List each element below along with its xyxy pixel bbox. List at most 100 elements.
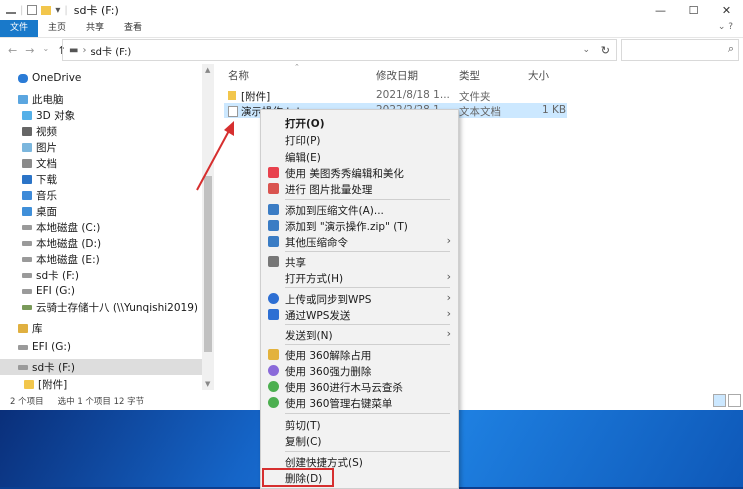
minimize-button[interactable]: — <box>644 0 677 20</box>
nav-item-network-drive[interactable]: 云骑士存储十八 (\\Yunqishi2019) (Z <box>22 299 202 315</box>
forward-arrow-icon[interactable]: → <box>25 44 34 57</box>
menu-separator <box>285 451 450 452</box>
new-folder-icon[interactable] <box>41 5 52 15</box>
ribbon-expand-icon[interactable]: ⌄ ? <box>718 22 733 32</box>
column-header-date[interactable]: 修改日期 <box>376 68 418 83</box>
nav-item-drive-d[interactable]: 本地磁盘 (D:) <box>22 235 101 251</box>
nav-item-efi-g[interactable]: EFI (G:) <box>18 339 71 355</box>
file-type: 文本文档 <box>459 106 501 118</box>
folder-icon <box>228 91 236 100</box>
menu-item-create-shortcut[interactable]: 创建快捷方式(S) <box>261 453 458 470</box>
drive-icon <box>18 344 28 350</box>
nav-item-desktop[interactable]: 桌面 <box>22 203 57 219</box>
nav-item-onedrive[interactable]: OneDrive <box>18 70 81 86</box>
menu-item-360-unlock[interactable]: 使用 360解除占用 <box>261 346 458 363</box>
cube-icon <box>22 110 32 120</box>
drive-icon <box>22 240 32 246</box>
nav-item-downloads[interactable]: 下载 <box>22 171 57 187</box>
drive-icon: ▬ <box>69 44 79 56</box>
search-icon[interactable]: ⌕ <box>728 42 734 56</box>
breadcrumb-chevron-icon[interactable]: › <box>82 45 86 56</box>
divider: | <box>64 4 68 16</box>
nav-item-drive-f[interactable]: sd卡 (F:) <box>22 267 79 283</box>
nav-item-music[interactable]: 音乐 <box>22 187 57 203</box>
menu-item-add-to-archive[interactable]: 添加到压缩文件(A)... <box>261 201 458 218</box>
360-scan-icon <box>268 381 279 392</box>
customize-toolbar-icon[interactable]: ▾ <box>55 5 60 16</box>
tab-view[interactable]: 查看 <box>114 20 152 37</box>
table-row[interactable]: [附件] 2021/8/18 1... 文件夹 <box>224 88 567 103</box>
address-bar[interactable]: ▬ › sd卡 (F:) ⌄ ↻ <box>62 39 617 61</box>
download-icon <box>22 174 32 184</box>
large-icons-view-icon[interactable] <box>728 394 741 407</box>
nav-item-3d-objects[interactable]: 3D 对象 <box>22 107 75 123</box>
nav-item-documents[interactable]: 文档 <box>22 155 57 171</box>
scroll-down-icon[interactable]: ▼ <box>205 380 210 388</box>
menu-item-copy[interactable]: 复制(C) <box>261 432 458 449</box>
menu-item-delete[interactable]: 删除(D) <box>262 468 334 487</box>
nav-item-drive-e[interactable]: 本地磁盘 (E:) <box>22 251 100 267</box>
pc-icon <box>18 94 28 104</box>
properties-checkbox-icon[interactable] <box>27 5 38 15</box>
recent-locations-icon[interactable]: ⌄ <box>42 44 49 57</box>
menu-item-edit[interactable]: 编辑(E) <box>261 148 458 165</box>
desktop-icon <box>22 206 32 216</box>
menu-separator <box>285 344 450 345</box>
menu-item-meitu[interactable]: 使用 美图秀秀编辑和美化 <box>261 164 458 181</box>
search-input[interactable]: ⌕ <box>621 39 739 61</box>
menu-item-360-scan[interactable]: 使用 360进行木马云查杀 <box>261 378 458 395</box>
menu-item-add-to-zip[interactable]: 添加到 "演示操作.zip" (T) <box>261 217 458 234</box>
back-arrow-icon[interactable]: ← <box>8 44 17 57</box>
tab-file[interactable]: 文件 <box>0 20 39 37</box>
column-header-name[interactable]: 名称 <box>228 68 249 83</box>
menu-item-cut[interactable]: 剪切(T) <box>261 416 458 433</box>
batch-image-icon <box>268 183 279 194</box>
navigation-buttons: ← → ⌄ ↑ <box>0 44 66 57</box>
360-shred-icon <box>268 365 279 376</box>
refresh-icon[interactable]: ↻ <box>601 44 610 57</box>
nav-item-videos[interactable]: 视频 <box>22 123 57 139</box>
cloud-icon <box>18 73 28 83</box>
360-menu-icon <box>268 397 279 408</box>
drive-icon <box>22 272 32 278</box>
menu-item-360-menu[interactable]: 使用 360管理右键菜单 <box>261 394 458 411</box>
column-header-type[interactable]: 类型 <box>459 68 480 83</box>
nav-item-this-pc[interactable]: 此电脑 <box>18 91 64 107</box>
nav-item-attachments-folder[interactable]: [附件] <box>24 376 67 390</box>
tab-share[interactable]: 共享 <box>76 20 114 37</box>
music-icon <box>22 190 32 200</box>
menu-item-print[interactable]: 打印(P) <box>261 131 458 148</box>
details-view-icon[interactable] <box>713 394 726 407</box>
nav-item-pictures[interactable]: 图片 <box>22 139 57 155</box>
menu-item-batch-image[interactable]: 进行 图片批量处理 <box>261 180 458 197</box>
menu-item-share[interactable]: 共享 <box>261 253 458 270</box>
menu-item-open[interactable]: 打开(O) <box>261 114 458 131</box>
address-row: ← → ⌄ ↑ ▬ › sd卡 (F:) ⌄ ↻ ⌕ <box>0 38 743 62</box>
nav-item-drive-g[interactable]: EFI (G:) <box>22 283 75 299</box>
nav-scrollbar[interactable]: ▲ ▼ <box>202 64 214 390</box>
system-menu-icon[interactable] <box>6 7 16 14</box>
menu-item-360-shred[interactable]: 使用 360强力删除 <box>261 362 458 379</box>
close-button[interactable]: ✕ <box>710 0 743 20</box>
address-dropdown-icon[interactable]: ⌄ <box>582 45 590 55</box>
menu-item-other-compress[interactable]: 其他压缩命令 › <box>261 233 458 250</box>
nav-item-drive-c[interactable]: 本地磁盘 (C:) <box>22 219 100 235</box>
archive-icon <box>268 204 279 215</box>
address-path[interactable]: sd卡 (F:) <box>90 43 131 58</box>
column-header-size[interactable]: 大小 <box>528 68 549 83</box>
nav-item-libraries[interactable]: 库 <box>18 320 43 336</box>
menu-separator <box>285 251 450 252</box>
menu-item-wps-upload[interactable]: 上传或同步到WPS › <box>261 290 458 307</box>
nav-item-sd-card-selected[interactable]: sd卡 (F:) <box>0 359 202 375</box>
maximize-button[interactable]: ☐ <box>677 0 710 20</box>
share-icon <box>268 256 279 267</box>
scrollbar-thumb[interactable] <box>204 176 212 352</box>
menu-item-send-to[interactable]: 发送到(N) › <box>261 326 458 343</box>
scroll-up-icon[interactable]: ▲ <box>205 66 210 74</box>
meitu-icon <box>268 167 279 178</box>
drive-icon <box>18 364 28 370</box>
menu-item-wps-send[interactable]: 通过WPS发送 › <box>261 306 458 323</box>
tab-home[interactable]: 主页 <box>38 20 76 37</box>
menu-item-open-with[interactable]: 打开方式(H) › <box>261 269 458 286</box>
drive-icon <box>22 256 32 262</box>
